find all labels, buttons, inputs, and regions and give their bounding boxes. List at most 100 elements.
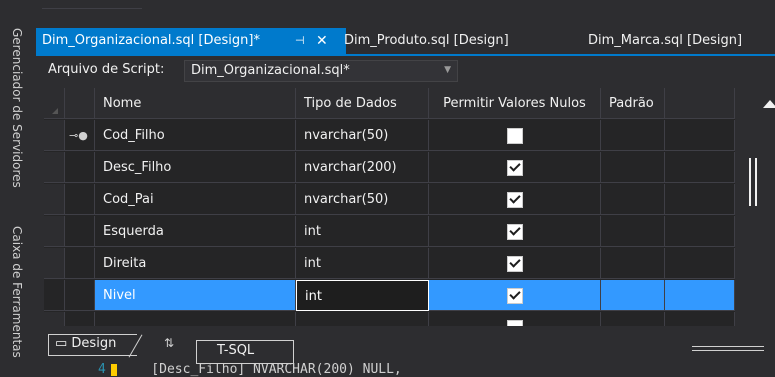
row-selector[interactable] — [44, 248, 65, 279]
empty-cell — [665, 312, 735, 326]
primary-key-icon: ⊸● — [69, 129, 88, 142]
pane-splitter[interactable] — [692, 346, 764, 351]
allow-nulls-checkbox[interactable] — [506, 159, 523, 176]
code-line[interactable]: [Desc_Filho] NVARCHAR(200) NULL, — [120, 362, 401, 377]
header-name[interactable]: Nome — [95, 88, 296, 119]
column-name-cell[interactable]: Cod_Pai — [95, 184, 296, 215]
row-selector[interactable] — [44, 312, 65, 326]
table-row[interactable]: ⊸● Cod_Filho nvarchar(50) — [44, 120, 775, 152]
empty-cell — [665, 184, 735, 215]
column-name-cell[interactable]: Desc_Filho — [95, 152, 296, 183]
line-number: 4 — [98, 362, 106, 377]
server-explorer-tab[interactable]: Gerenciador de Servidores — [10, 28, 24, 188]
data-type-cell[interactable]: int — [296, 248, 429, 279]
data-type-cell[interactable]: int — [296, 280, 429, 311]
script-file-value: Dim_Organizacional.sql* — [191, 63, 350, 78]
data-type-cell[interactable]: nvarchar(200) — [296, 152, 429, 183]
column-name-cell[interactable]: Esquerda — [95, 216, 296, 247]
tab-dim-organizacional[interactable]: Dim_Organizacional.sql [Design]* ⊣ ✕ — [36, 28, 346, 54]
data-type-cell[interactable] — [296, 312, 429, 326]
allow-nulls-cell — [429, 184, 601, 215]
allow-nulls-checkbox[interactable] — [506, 223, 523, 240]
key-column-header — [65, 88, 95, 119]
table-row[interactable]: Nivel int — [44, 280, 775, 312]
scroll-thumb[interactable] — [749, 158, 751, 206]
allow-nulls-cell — [429, 312, 601, 326]
vertical-scrollbar[interactable] — [735, 88, 775, 326]
default-cell[interactable] — [601, 280, 665, 311]
default-cell[interactable] — [601, 216, 665, 247]
key-cell — [65, 280, 95, 311]
header-default[interactable]: Padrão — [601, 88, 665, 119]
default-cell[interactable] — [601, 184, 665, 215]
column-name-cell[interactable]: Cod_Filho — [95, 120, 296, 151]
key-cell — [65, 152, 95, 183]
allow-nulls-cell — [429, 248, 601, 279]
allow-nulls-checkbox[interactable] — [506, 127, 523, 144]
header-data-type[interactable]: Tipo de Dados — [296, 88, 429, 119]
key-cell — [65, 216, 95, 247]
data-type-cell[interactable]: nvarchar(50) — [296, 120, 429, 151]
tab-design[interactable]: ▭ Design — [48, 334, 143, 358]
row-selector[interactable] — [44, 184, 65, 215]
tab-dim-produto[interactable]: Dim_Produto.sql [Design] — [338, 28, 515, 54]
allow-nulls-checkbox[interactable] — [506, 287, 523, 304]
allow-nulls-checkbox[interactable] — [506, 191, 523, 208]
close-icon[interactable]: ✕ — [316, 28, 328, 54]
tab-dim-marca[interactable]: Dim_Marca.sql [Design] — [582, 28, 748, 54]
allow-nulls-checkbox[interactable] — [506, 255, 523, 272]
key-cell: ⊸● — [65, 120, 95, 151]
row-selector-header[interactable] — [44, 88, 65, 119]
tsql-tab-label: T-SQL — [217, 343, 255, 358]
empty-cell — [665, 120, 735, 151]
top-strip — [36, 0, 775, 28]
tab-label: Dim_Organizacional.sql [Design]* — [42, 33, 260, 48]
row-selector[interactable] — [44, 152, 65, 183]
bottom-pane: ▭ Design ⇅ T-SQL 4 [Desc_Filho] NVARCHAR… — [36, 326, 775, 377]
tab-divider — [128, 334, 143, 358]
left-tool-strip: Gerenciador de Servidores Caixa de Ferra… — [0, 0, 36, 376]
grid-header-row: Nome Tipo de Dados Permitir Valores Nulo… — [44, 88, 775, 120]
table-row[interactable]: Cod_Pai nvarchar(50) — [44, 184, 775, 216]
columns-grid: Nome Tipo de Dados Permitir Valores Nulo… — [44, 88, 775, 326]
scroll-up-icon[interactable] — [763, 100, 775, 108]
default-cell[interactable] — [601, 248, 665, 279]
empty-cell — [665, 216, 735, 247]
default-cell[interactable] — [601, 152, 665, 183]
data-type-cell[interactable]: nvarchar(50) — [296, 184, 429, 215]
column-name-cell[interactable]: Direita — [95, 248, 296, 279]
document-tab-bar: Dim_Organizacional.sql [Design]* ⊣ ✕ Dim… — [36, 28, 775, 56]
empty-cell — [665, 152, 735, 183]
empty-cell — [665, 280, 735, 311]
table-row[interactable]: Esquerda int — [44, 216, 775, 248]
script-file-label: Arquivo de Script: — [48, 62, 165, 77]
table-row[interactable]: Direita int — [44, 248, 775, 280]
row-selector[interactable] — [44, 216, 65, 247]
design-tab-label: ▭ Design — [55, 336, 117, 351]
default-cell[interactable] — [601, 120, 665, 151]
script-file-dropdown[interactable]: Dim_Organizacional.sql* ▼ — [184, 60, 458, 82]
script-file-bar: Arquivo de Script: Dim_Organizacional.sq… — [36, 56, 775, 86]
table-row[interactable]: Desc_Filho nvarchar(200) — [44, 152, 775, 184]
tab-tsql[interactable]: T-SQL — [196, 340, 294, 364]
toolbox-tab[interactable]: Caixa de Ferramentas — [10, 226, 24, 358]
change-marker — [111, 364, 117, 376]
data-type-cell[interactable]: int — [296, 216, 429, 247]
swap-panes-icon[interactable]: ⇅ — [164, 336, 174, 350]
row-selector[interactable] — [44, 120, 65, 151]
allow-nulls-cell — [429, 120, 601, 151]
column-name-cell[interactable]: Nivel — [95, 280, 296, 311]
header-allow-nulls[interactable]: Permitir Valores Nulos — [429, 88, 601, 119]
key-cell — [65, 184, 95, 215]
empty-cell — [665, 248, 735, 279]
new-row[interactable] — [44, 312, 775, 326]
default-cell[interactable] — [601, 312, 665, 326]
allow-nulls-cell — [429, 216, 601, 247]
chevron-down-icon: ▼ — [444, 65, 451, 75]
column-name-cell[interactable] — [95, 312, 296, 326]
key-cell — [65, 312, 95, 326]
header-empty — [665, 88, 735, 119]
row-selector[interactable] — [44, 280, 65, 311]
pin-icon[interactable]: ⊣ — [295, 28, 305, 54]
scroll-thumb-2[interactable] — [755, 158, 757, 206]
